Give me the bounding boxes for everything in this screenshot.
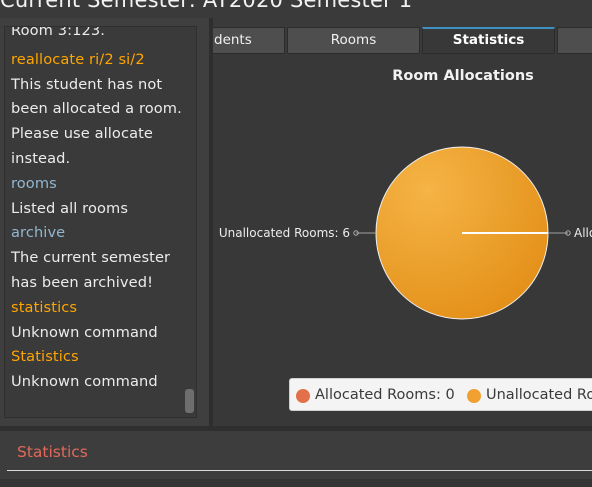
log-response-line: Please use allocate <box>11 125 154 143</box>
log-response-line: Room 3:123. <box>11 26 105 39</box>
result-log[interactable]: Room 3:123. reallocate ri/2 si/2 This stud… <box>4 26 197 418</box>
pie-chart: Allocated Rooms: 0 Unallocated Rooms: 6 <box>219 146 592 320</box>
command-box: Statistics <box>0 431 592 487</box>
tab-rooms-label: Rooms <box>330 32 377 48</box>
pie-label-unallocated: Unallocated Rooms: 6 <box>219 226 350 240</box>
tab-students-label: dents <box>214 32 252 48</box>
status-strip <box>0 479 592 487</box>
log-response-line: Listed all rooms <box>11 199 129 217</box>
tab-pane: dents Rooms Statistics Room Allocations … <box>213 18 592 426</box>
title-bar: Current Semester: AY2020 Semester 1 <box>0 0 592 18</box>
tab-overflow[interactable] <box>557 27 592 54</box>
log-scrollbar-thumb[interactable] <box>185 389 194 413</box>
log-command-line: reallocate ri/2 si/2 <box>11 50 145 68</box>
legend-label-unallocated: Unallocated Rooms: 6 <box>486 387 592 403</box>
chart-legend: Allocated Rooms: 0 Unallocated Rooms: 6 <box>289 378 592 411</box>
tab-header: dents Rooms Statistics <box>213 18 592 54</box>
command-input[interactable]: Statistics <box>17 443 88 461</box>
pie-label-allocated: Allocated Rooms: 0 <box>574 226 592 240</box>
log-response-line: been allocated a room. <box>11 100 182 118</box>
log-response-line: This student has not <box>11 75 163 93</box>
tab-statistics-label: Statistics <box>452 32 525 48</box>
tab-rooms[interactable]: Rooms <box>287 27 420 54</box>
legend-label-allocated: Allocated Rooms: 0 <box>315 387 455 403</box>
tab-statistics[interactable]: Statistics <box>422 27 555 54</box>
tab-students[interactable]: dents <box>213 27 285 54</box>
log-response-line: The current semester <box>11 249 171 267</box>
legend-dot-allocated <box>296 389 310 403</box>
log-command-line: Statistics <box>11 348 79 366</box>
log-command-line: statistics <box>11 298 78 316</box>
log-response-line: Unknown command <box>11 373 158 391</box>
log-command-line: rooms <box>11 174 57 192</box>
log-response-line: Unknown command <box>11 323 158 341</box>
log-response-line: instead. <box>11 150 71 167</box>
log-response-line: has been archived! <box>11 274 154 291</box>
window-title: Current Semester: AY2020 Semester 1 <box>0 0 413 12</box>
statistics-tab-content: Room Allocations Allocated Rooms: 0Unall… <box>213 54 592 426</box>
log-command-line: archive <box>11 224 66 242</box>
legend-dot-unallocated <box>467 389 481 403</box>
result-panel: Room 3:123. reallocate ri/2 si/2 This stud… <box>0 18 209 426</box>
command-input-underline <box>7 470 592 471</box>
